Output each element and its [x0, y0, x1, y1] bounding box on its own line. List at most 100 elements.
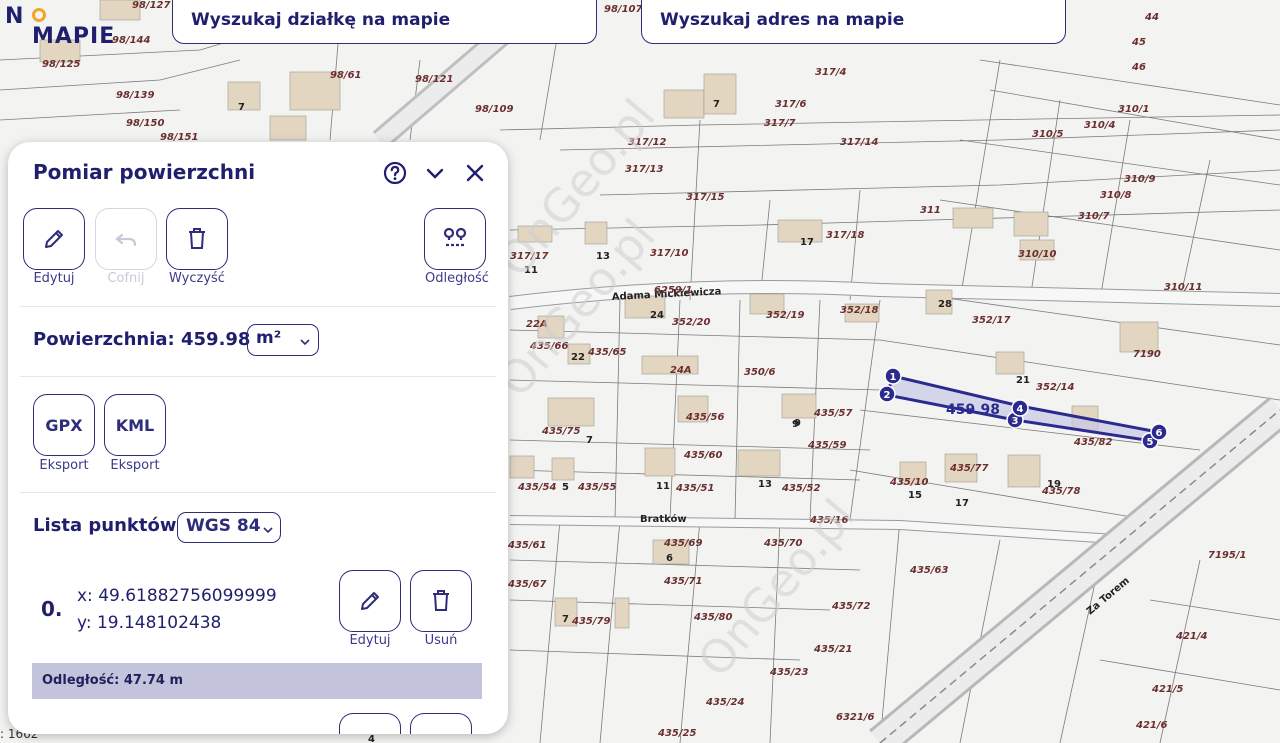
- parcel-label: 310/9: [1124, 174, 1156, 185]
- parcel-label: 98/125: [42, 59, 80, 70]
- clear-tool-button[interactable]: [166, 208, 228, 270]
- parcel-label: 435/25: [657, 728, 696, 739]
- close-icon[interactable]: [462, 160, 488, 186]
- next-edit-button[interactable]: [339, 713, 401, 734]
- point-x: x: 49.61882756099999: [77, 586, 277, 606]
- parcel-label: 435/69: [663, 538, 702, 549]
- parcel-label: 435/63: [909, 565, 948, 576]
- building-number: 13: [758, 479, 772, 490]
- parcel-label: 435/51: [675, 483, 714, 494]
- building-number: 9: [792, 419, 799, 430]
- parcel-label: 435/55: [577, 482, 616, 493]
- parcel-label: 317/18: [826, 230, 864, 241]
- parcel-label: 310/11: [1164, 282, 1202, 293]
- edit-tool-button[interactable]: [23, 208, 85, 270]
- parcel-label: 435/23: [769, 667, 808, 678]
- pencil-icon: [45, 230, 63, 248]
- building-number: 17: [955, 498, 969, 509]
- building-number: 4: [368, 734, 375, 743]
- building-number: 17: [800, 237, 814, 248]
- undo-tool-label: Cofnij: [107, 271, 145, 286]
- parcel-label: 435/57: [813, 408, 852, 419]
- parcel-label: 98/109: [475, 104, 513, 115]
- pin-icon: [32, 8, 46, 22]
- pencil-icon: [361, 592, 379, 610]
- logo-word: MAPIE: [32, 24, 116, 49]
- parcel-label: 435/79: [571, 616, 610, 627]
- building-number: 6: [666, 553, 673, 564]
- delete-point-button[interactable]: [410, 570, 472, 632]
- parcel-label: 435/65: [587, 347, 626, 358]
- crs-select[interactable]: WGS 84: [177, 512, 281, 543]
- building-number: 15: [908, 490, 922, 501]
- building-number: 21: [1016, 375, 1030, 386]
- parcel-label: 352/14: [1036, 382, 1074, 393]
- polygon-vertex[interactable]: 1: [884, 367, 902, 385]
- building-number: 7: [562, 614, 569, 625]
- parcel-label: 435/61: [507, 540, 546, 551]
- svg-text:5: 5: [1147, 437, 1154, 448]
- parcel-label: 352/19: [766, 310, 804, 321]
- parcel-label: 352/18: [840, 305, 878, 316]
- parcel-label: 310/8: [1100, 190, 1132, 201]
- polygon-vertex[interactable]: 6: [1150, 423, 1168, 441]
- point-y: y: 19.148102438: [77, 613, 222, 633]
- parcel-label: 310/7: [1078, 211, 1110, 222]
- parcel-label: 317/7: [764, 118, 796, 129]
- undo-tool-button[interactable]: [95, 208, 157, 270]
- parcel-label: 421/5: [1151, 684, 1184, 695]
- chevron-down-icon[interactable]: [422, 160, 448, 186]
- parcel-label: 435/24: [705, 697, 744, 708]
- distance-tool-button[interactable]: [424, 208, 486, 270]
- svg-text:1: 1: [890, 372, 897, 383]
- parcel-label: 350/6: [744, 367, 776, 378]
- unit-selected: m²: [256, 328, 282, 348]
- app-logo[interactable]: N MAPIE: [2, 2, 142, 54]
- address-search-input[interactable]: Wyszukaj adres na mapie: [641, 0, 1066, 44]
- edit-point-button[interactable]: [339, 570, 401, 632]
- distance-tool-label: Odległość: [425, 271, 489, 286]
- svg-text:2: 2: [884, 390, 891, 401]
- crs-selected: WGS 84: [186, 516, 261, 536]
- panel-title: Pomiar powierzchni: [33, 160, 256, 184]
- divider: [20, 492, 496, 493]
- polygon-vertex[interactable]: 4: [1011, 399, 1029, 417]
- parcel-label: 46: [1131, 62, 1146, 73]
- parcel-label: 6321/6: [836, 712, 874, 723]
- parcel-label: 421/6: [1135, 720, 1168, 731]
- building-number: 7: [238, 102, 245, 113]
- building-number: 5: [562, 482, 569, 493]
- parcel-label: 421/4: [1175, 631, 1208, 642]
- parcel-label: 435/10: [889, 477, 928, 488]
- parcel-label: 435/52: [781, 483, 820, 494]
- export-kml-button[interactable]: KML: [104, 394, 166, 456]
- next-delete-button[interactable]: [410, 713, 472, 734]
- parcel-label: 310/10: [1018, 249, 1056, 260]
- building-number: 11: [656, 481, 670, 492]
- export-kml-label: Eksport: [110, 458, 160, 473]
- parcel-label: 435/77: [949, 463, 988, 474]
- area-value: Powierzchnia: 459.98: [33, 329, 251, 350]
- route-icon: [443, 227, 467, 247]
- parcel-label: 98/61: [330, 70, 361, 81]
- parcel-label: 435/56: [685, 412, 724, 423]
- parcel-label: 98/121: [415, 74, 453, 85]
- unit-select[interactable]: m²: [247, 324, 319, 356]
- trash-icon: [433, 590, 449, 611]
- parcel-label: 317/14: [840, 137, 878, 148]
- parcel-search-input[interactable]: Wyszukaj działkę na mapie: [172, 0, 597, 44]
- parcel-label: 435/21: [813, 644, 852, 655]
- clear-tool-label: Wyczyść: [169, 271, 225, 286]
- help-icon[interactable]: [382, 160, 408, 186]
- parcel-label: 7195/1: [1208, 550, 1246, 561]
- parcel-label: 435/59: [807, 440, 846, 451]
- parcel-label: 310/4: [1084, 120, 1116, 131]
- area-measure-panel: Pomiar powierzchni Edytuj Cofnij Wyczyść…: [8, 142, 508, 734]
- polygon-vertex[interactable]: 2: [878, 385, 896, 403]
- export-gpx-button[interactable]: GPX: [33, 394, 95, 456]
- parcel-label: 7190: [1133, 349, 1161, 360]
- divider: [20, 306, 496, 307]
- building-number: 7: [713, 99, 720, 110]
- parcel-label: 310/5: [1032, 129, 1064, 140]
- undo-icon: [115, 233, 137, 247]
